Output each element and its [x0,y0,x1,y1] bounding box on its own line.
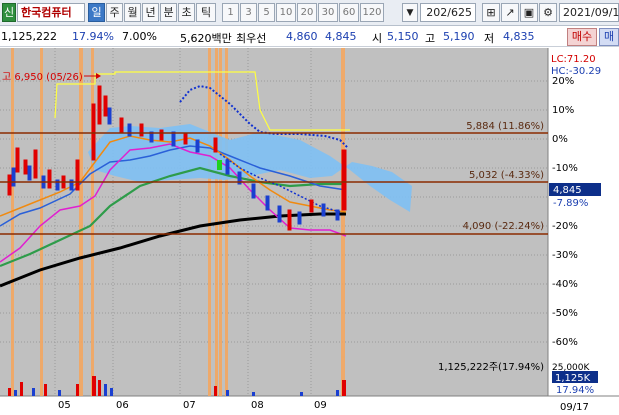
month-label-05: 05 [58,400,71,411]
volume-ratio-value: 17.94% [72,30,114,43]
gear-icon[interactable]: ⚙ [539,3,557,22]
stock-name-field[interactable]: 한국컴퓨터 [17,3,85,22]
period-month-button[interactable]: 월 [124,3,141,22]
level-label-lower: 4,090 (-22.24%) [463,221,544,232]
period-minute-button[interactable]: 분 [160,3,177,22]
high-value: 5,190 [443,30,475,43]
axis-tick-minus30: -30% [552,250,578,261]
level-label-middle: 5,032 (-4.33%) [469,170,544,181]
date-field[interactable]: 2021/09/1 [559,3,619,22]
chevron-down-icon: ▼ [406,8,414,18]
period-tick-button[interactable]: 틱 [196,3,216,22]
quote-info-row: 1,125,222 17.94% 7.00% 5,620백만 최우선 4,860… [0,27,619,47]
interval-3-button[interactable]: 3 [240,3,257,22]
volume-info-label: 1,125,222주(17.94%) [438,362,544,373]
rate-value: 7.00% [122,30,157,43]
data-count-field[interactable]: 202/625 [420,3,476,22]
chart-toolbar: 신 한국컴퓨터 일 주 월 년 분 초 틱 1 3 5 10 20 30 60 … [0,0,619,26]
open-label: 시 [372,32,383,45]
level-label-upper: 5,884 (11.86%) [466,121,544,132]
high-price-marker: 고 6,950 (05/26) [2,72,83,83]
volume-badge-value: 1,125K [555,373,591,384]
high-label: 고 [425,32,436,45]
draw-line-icon[interactable]: ↗ [501,3,519,22]
chart-settings-icon[interactable]: ⊞ [482,3,500,22]
axis-tick-0: 0% [552,134,568,145]
hc-label: HC:-30.29 [551,66,601,77]
axis-tick-minus20: -20% [552,221,578,232]
month-label-06: 06 [116,400,129,411]
period-year-button[interactable]: 년 [142,3,159,22]
low-value: 4,835 [503,30,535,43]
month-label-07: 07 [183,400,196,411]
new-badge: 신 [2,3,16,22]
interval-60-button[interactable]: 60 [339,3,359,22]
axis-tick-minus40: -40% [552,279,578,290]
period-week-button[interactable]: 주 [106,3,123,22]
axis-tick-20: 20% [552,76,574,87]
buy-button[interactable]: 매수 [567,28,597,46]
axis-tick-10: 10% [552,105,574,116]
month-label-08: 08 [251,400,264,411]
signal-marker [217,160,222,170]
period-day-button[interactable]: 일 [88,3,105,22]
end-date-label: 09/17 [560,402,589,413]
trade-amount-value: 5,620백만 [180,32,232,45]
save-icon[interactable]: ▣ [520,3,538,22]
volume-badge-pct: 17.94% [556,385,594,396]
ask-value: 4,845 [325,30,357,43]
time-axis [0,396,619,415]
interval-120-button[interactable]: 120 [360,3,384,22]
interval-30-button[interactable]: 30 [318,3,338,22]
interval-5-button[interactable]: 5 [258,3,275,22]
lc-label: LC:71.20 [551,54,596,65]
interval-dropdown-button[interactable]: ▼ [402,3,418,22]
sell-button[interactable]: 매 [599,28,619,46]
interval-10-button[interactable]: 10 [276,3,296,22]
bid-value: 4,860 [286,30,318,43]
month-label-09: 09 [314,400,327,411]
axis-tick-minus60: -60% [552,337,578,348]
open-value: 5,150 [387,30,419,43]
current-price-value: 4,845 [553,185,582,196]
interval-20-button[interactable]: 20 [297,3,317,22]
current-price-pct: -7.89% [553,198,588,209]
volume-value: 1,125,222 [1,30,57,43]
period-second-button[interactable]: 초 [178,3,195,22]
interval-1-button[interactable]: 1 [222,3,239,22]
low-label: 저 [484,32,495,45]
stock-chart[interactable]: 5,884 (11.86%) 5,032 (-4.33%) 4,090 (-22… [0,48,619,415]
axis-tick-minus50: -50% [552,308,578,319]
axis-tick-minus10: -10% [552,163,578,174]
priority-label: 최우선 [236,32,267,45]
